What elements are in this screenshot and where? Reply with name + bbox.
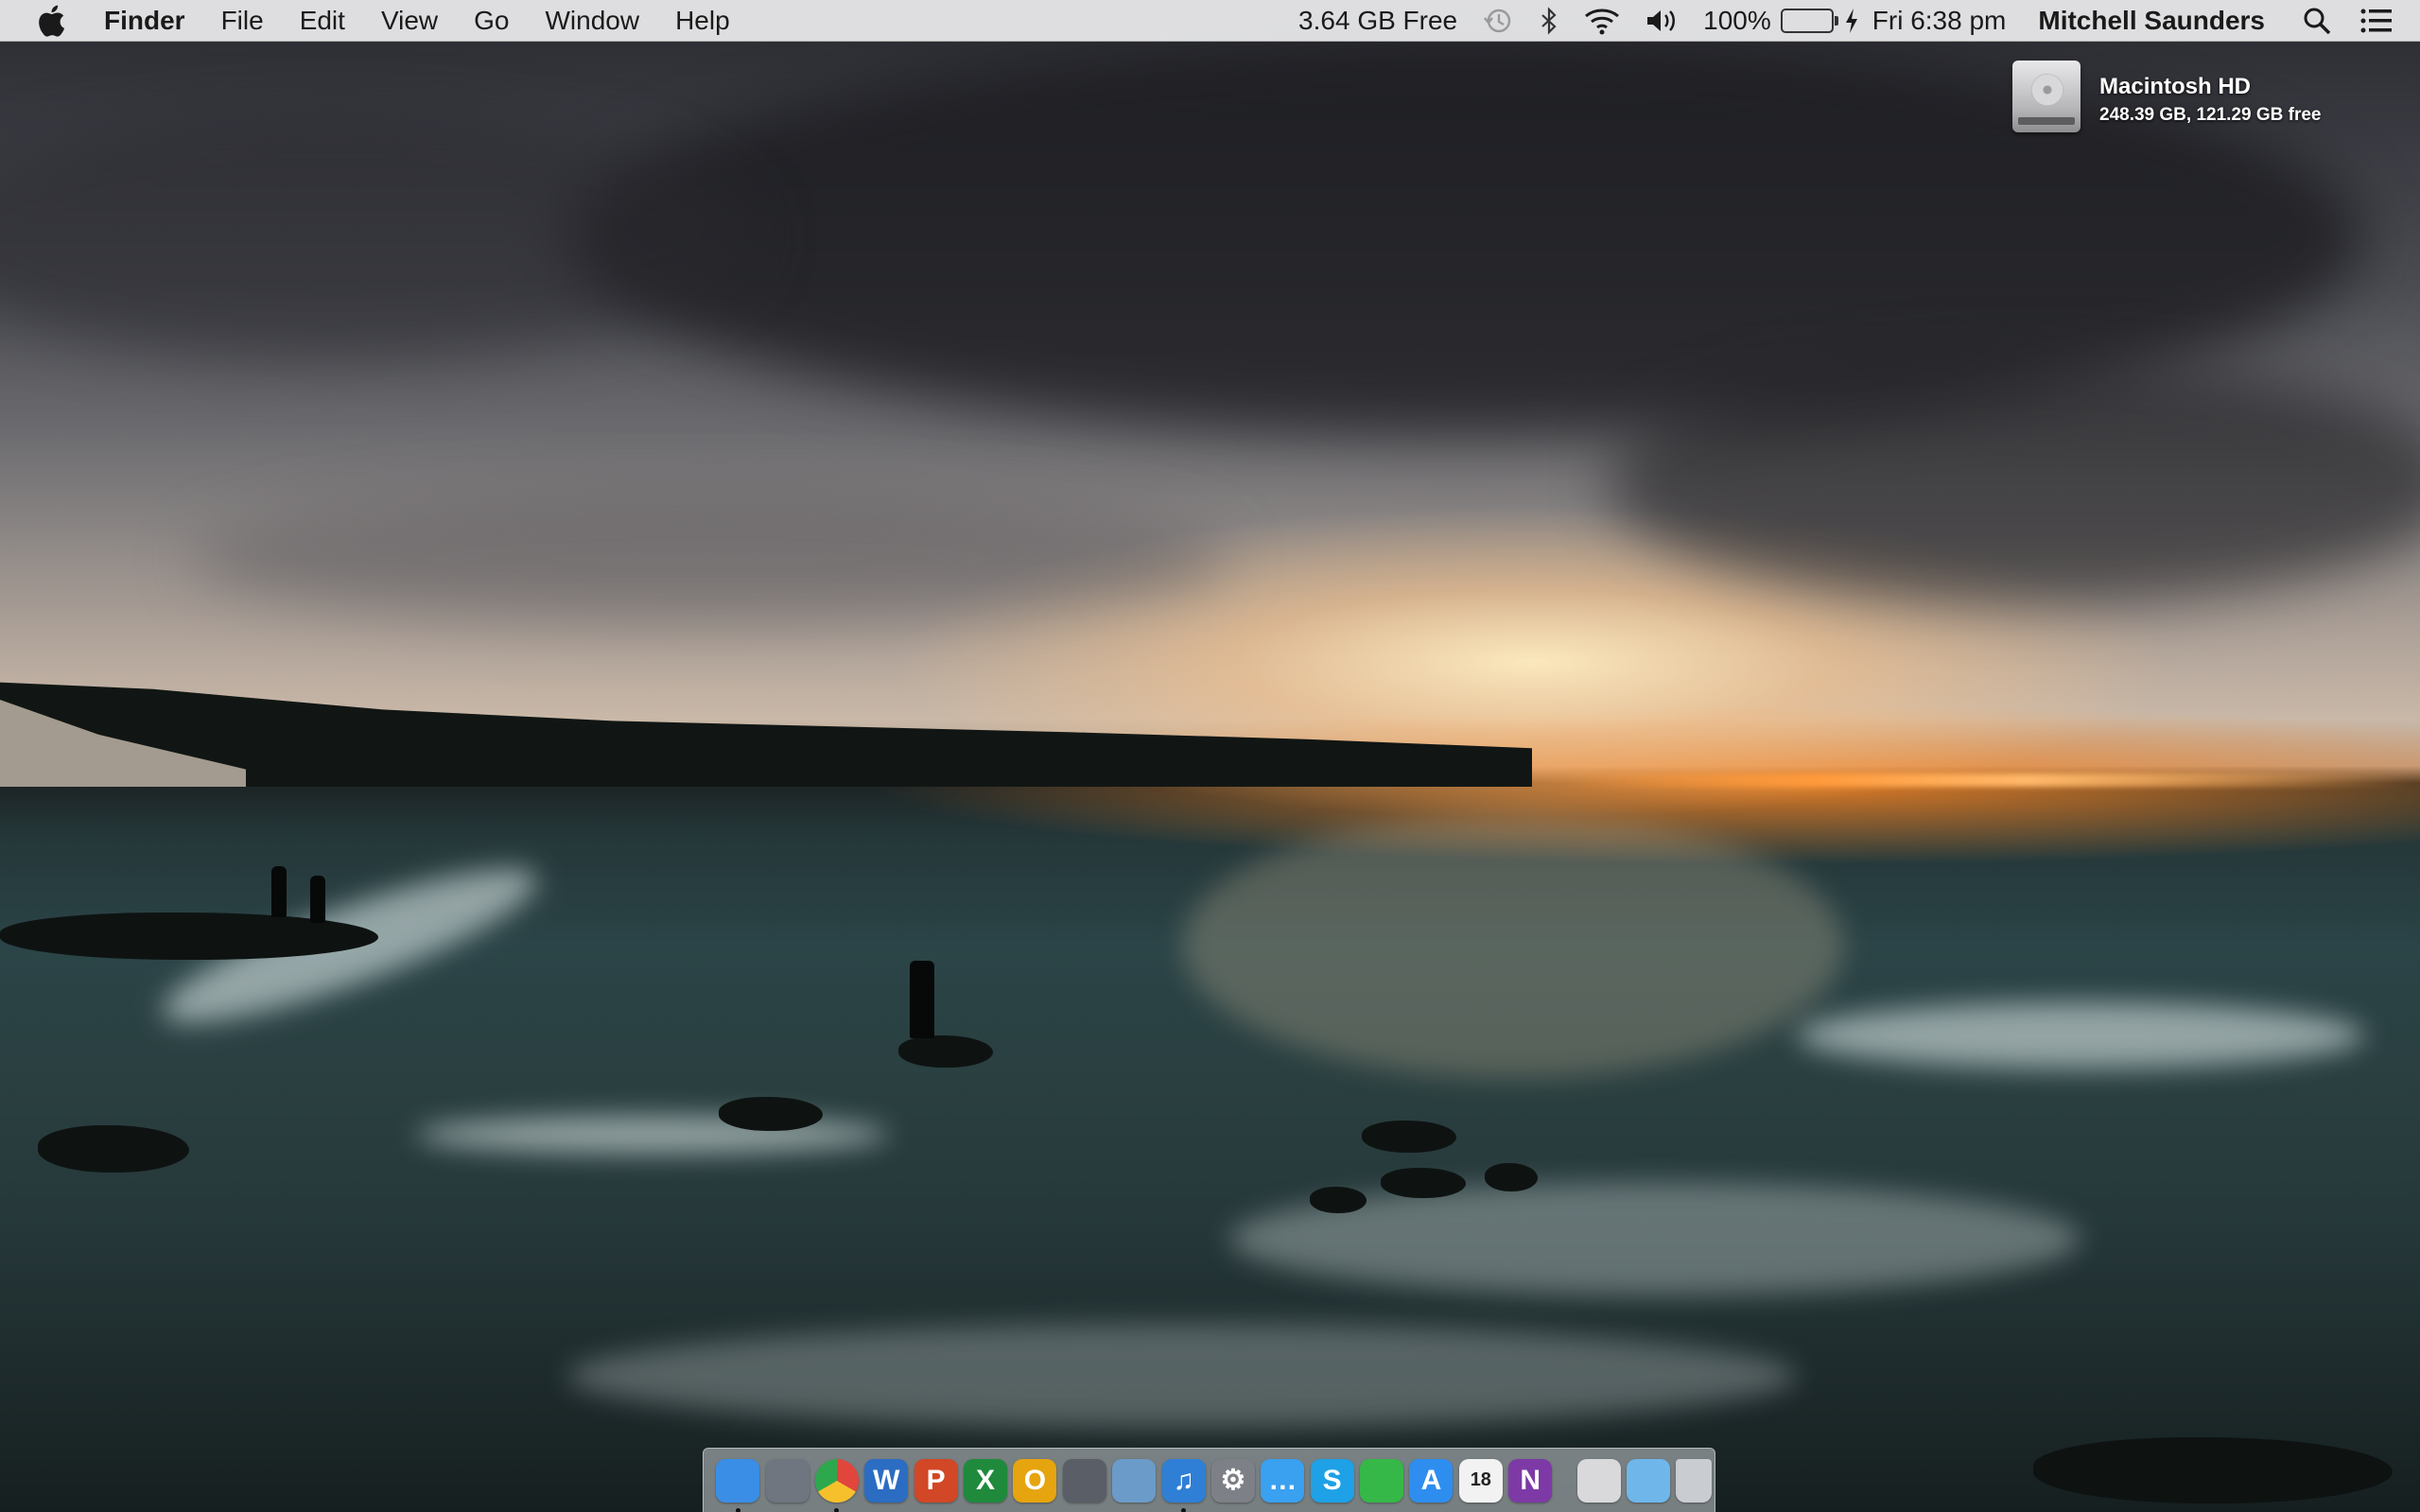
dock-outlook-glyph: O <box>1023 1464 1047 1496</box>
dock-system-preferences-glyph: ⚙ <box>1220 1465 1246 1496</box>
dock-outlook-icon[interactable]: O <box>1013 1458 1057 1503</box>
free-space-indicator[interactable]: 3.64 GB Free <box>1298 6 1457 36</box>
dock-app-store-icon[interactable]: A <box>1409 1458 1454 1503</box>
spotlight-icon[interactable] <box>2303 7 2331 35</box>
desktop: Finder File Edit View Go Window Help 3.6… <box>0 0 2420 1512</box>
dock-messages-icon[interactable]: … <box>1261 1458 1305 1503</box>
wallpaper-rock <box>38 1125 189 1173</box>
dock-messages-glyph: … <box>1268 1464 1297 1496</box>
wallpaper-fisherman <box>310 876 325 923</box>
menu-clock[interactable]: Fri 6:38 pm <box>1872 6 2007 36</box>
wallpaper-rock <box>1310 1187 1367 1213</box>
time-machine-icon[interactable] <box>1482 7 1514 35</box>
menu-help[interactable]: Help <box>675 0 730 42</box>
dock-skype-icon[interactable]: S <box>1310 1458 1354 1503</box>
macintosh-hd-desktop-icon[interactable]: Macintosh HD 248.39 GB, 121.29 GB free <box>2012 61 2321 132</box>
dock-word-icon[interactable]: W <box>864 1458 909 1503</box>
dock-finder-icon[interactable] <box>716 1458 760 1512</box>
hard-drive-icon[interactable] <box>2012 61 2081 132</box>
dock-calendar-icon[interactable]: 18 <box>1458 1458 1503 1503</box>
wallpaper-rock <box>898 1035 993 1068</box>
dock-facetime-icon[interactable] <box>1360 1458 1404 1503</box>
wallpaper-cloud <box>1608 359 2420 605</box>
drive-info: 248.39 GB, 121.29 GB free <box>2099 105 2322 125</box>
dock-skype-glyph: S <box>1322 1464 1342 1496</box>
wallpaper-wave <box>1797 1002 2364 1069</box>
dock-final-cut-icon[interactable] <box>1062 1458 1106 1503</box>
wallpaper-rock <box>1381 1168 1466 1198</box>
dock-apps: W P X O ♫ ⚙ … S A 18 N <box>713 1458 1555 1512</box>
dock-excel-icon[interactable]: X <box>964 1458 1008 1503</box>
wallpaper-horizon <box>1560 773 2411 787</box>
menu-edit[interactable]: Edit <box>300 0 345 42</box>
running-indicator <box>735 1507 740 1512</box>
dock-app-store-glyph: A <box>1420 1464 1442 1496</box>
battery-shell <box>1780 8 1834 33</box>
wallpaper-glint <box>1182 813 1844 1078</box>
menu-bar: Finder File Edit View Go Window Help 3.6… <box>0 0 2420 42</box>
wallpaper-cloud <box>0 113 757 359</box>
notification-center-icon[interactable] <box>2359 8 2394 34</box>
running-indicator <box>1181 1507 1187 1512</box>
wallpaper-rock <box>1485 1163 1538 1191</box>
dock-onenote-icon[interactable]: N <box>1508 1458 1553 1503</box>
dock-itunes-glyph: ♫ <box>1173 1464 1194 1496</box>
dock-chrome-icon[interactable] <box>814 1458 859 1512</box>
battery-icon[interactable] <box>1780 8 1838 33</box>
menu-go[interactable]: Go <box>474 0 509 42</box>
drive-name: Macintosh HD <box>2099 74 2252 99</box>
dock-powerpoint-glyph: P <box>926 1464 946 1496</box>
fast-user-switch[interactable]: Mitchell Saunders <box>2038 6 2265 36</box>
dock-powerpoint-icon[interactable]: P <box>914 1458 958 1503</box>
running-indicator <box>834 1507 840 1512</box>
wallpaper-wave <box>567 1324 1797 1428</box>
charging-icon <box>1844 7 1859 35</box>
dock-calendar-glyph: 18 <box>1470 1469 1491 1490</box>
dock-preview-icon[interactable] <box>1112 1458 1157 1503</box>
wallpaper-rock <box>719 1097 823 1131</box>
drive-label[interactable]: Macintosh HD 248.39 GB, 121.29 GB free <box>2099 74 2321 126</box>
menu-app-finder[interactable]: Finder <box>104 0 185 42</box>
dock-extras <box>1574 1458 1715 1503</box>
wallpaper-rock <box>2033 1437 2393 1503</box>
wallpaper-fisherman <box>910 961 934 1038</box>
dock-trash-icon[interactable] <box>1676 1458 1713 1503</box>
battery-tip <box>1834 15 1838 26</box>
menu-view[interactable]: View <box>381 0 438 42</box>
wallpaper-rock <box>1362 1121 1456 1153</box>
dock-launchpad-icon[interactable] <box>765 1458 810 1503</box>
dock-onenote-glyph: N <box>1520 1464 1541 1496</box>
dock-documents-stack-icon[interactable] <box>1576 1458 1621 1503</box>
dock-excel-glyph: X <box>976 1464 996 1496</box>
volume-icon[interactable] <box>1645 7 1679 35</box>
menu-window[interactable]: Window <box>545 0 639 42</box>
bluetooth-icon[interactable] <box>1539 6 1559 35</box>
battery-percent[interactable]: 100% <box>1703 6 1771 36</box>
wallpaper-fisherman <box>271 866 287 917</box>
wallpaper-cloud <box>189 492 1229 624</box>
dock-itunes-icon[interactable]: ♫ <box>1161 1458 1206 1512</box>
menu-file[interactable]: File <box>221 0 264 42</box>
apple-icon[interactable] <box>36 5 66 37</box>
dock-system-preferences-icon[interactable]: ⚙ <box>1210 1458 1255 1503</box>
dock: W P X O ♫ ⚙ … S A 18 N <box>703 1448 1715 1512</box>
wifi-icon[interactable] <box>1584 7 1620 35</box>
hard-drive-platter <box>2031 74 2063 106</box>
dock-downloads-folder-icon[interactable] <box>1626 1458 1670 1503</box>
dock-word-glyph: W <box>873 1464 900 1496</box>
